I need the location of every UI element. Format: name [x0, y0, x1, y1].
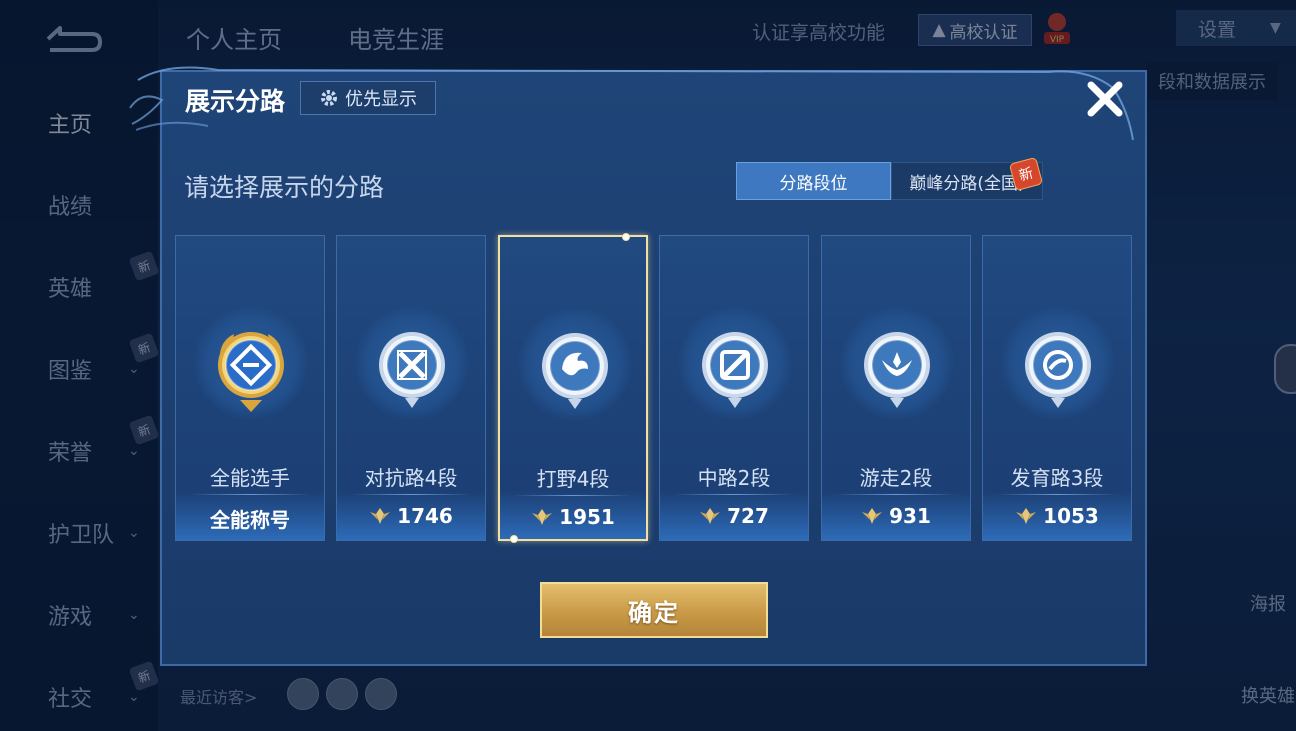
lane-rank-name: 全能选手	[210, 466, 290, 490]
rank-type-segmented-control: 分路段位 巅峰分路(全国) 新	[736, 156, 1044, 200]
lane-card[interactable]: 对抗路4段 1746	[336, 235, 486, 541]
new-badge: 新	[1008, 156, 1044, 192]
divider	[514, 495, 632, 496]
divider	[190, 494, 310, 495]
lane-score: 全能称号	[176, 504, 324, 533]
lane-rank-name: 打野4段	[536, 467, 610, 491]
jungle-emblem-icon	[534, 323, 616, 413]
lane-card[interactable]: 中路2段 727	[659, 235, 809, 541]
lane-rank-name: 发育路3段	[1010, 466, 1104, 490]
lane-score: 1746	[337, 504, 485, 528]
divider	[674, 494, 794, 495]
roam-emblem-icon	[856, 322, 938, 412]
dialog-subtitle: 请选择展示的分路	[184, 173, 385, 202]
lane-score-value: 1951	[559, 505, 615, 529]
farm-lane-emblem-icon	[1017, 322, 1099, 412]
divider	[351, 494, 471, 495]
lane-score-value: 727	[727, 504, 769, 528]
tab-peak-lane-national[interactable]: 巅峰分路(全国) 新	[891, 156, 1044, 200]
lane-score: 1951	[500, 505, 646, 529]
lane-score: 1053	[983, 504, 1131, 528]
priority-display-label: 优先显示	[345, 89, 417, 110]
lane-rank-name: 对抗路4段	[364, 466, 458, 490]
lane-score-icon	[699, 506, 721, 526]
divider	[836, 494, 956, 495]
lane-card[interactable]: 游走2段 931	[821, 235, 971, 541]
clash-lane-emblem-icon	[371, 322, 453, 412]
confirm-button[interactable]: 确定	[540, 582, 768, 638]
selection-corner-dot	[510, 535, 518, 543]
divider	[997, 494, 1117, 495]
gear-icon	[321, 90, 337, 106]
lane-score: 931	[822, 504, 970, 528]
lane-card[interactable]: 打野4段 1951	[498, 233, 648, 543]
mid-lane-emblem-icon	[694, 322, 776, 412]
lane-rank-name: 游走2段	[859, 466, 933, 490]
tab-peak-lane-label: 巅峰分路(全国)	[909, 173, 1025, 194]
priority-display-button[interactable]: 优先显示	[300, 81, 436, 115]
lane-score-value: 1053	[1043, 504, 1099, 528]
tab-lane-rank[interactable]: 分路段位	[736, 162, 891, 200]
lane-rank-name: 中路2段	[697, 466, 771, 490]
lane-score-value: 1746	[397, 504, 453, 528]
lane-score-value: 931	[889, 504, 931, 528]
all-round-emblem-icon	[210, 322, 292, 412]
lane-score-value: 全能称号	[210, 508, 290, 532]
lane-score-icon	[369, 506, 391, 526]
lane-score-icon	[1015, 506, 1037, 526]
selection-corner-dot	[622, 233, 630, 241]
close-icon[interactable]	[1082, 76, 1128, 122]
lane-score-icon	[861, 506, 883, 526]
lane-card[interactable]: 发育路3段 1053	[982, 235, 1132, 541]
dialog-title: 展示分路	[185, 87, 286, 116]
lane-score: 727	[660, 504, 808, 528]
lane-score-icon	[531, 507, 553, 527]
lane-card[interactable]: 全能选手 全能称号	[175, 235, 325, 541]
